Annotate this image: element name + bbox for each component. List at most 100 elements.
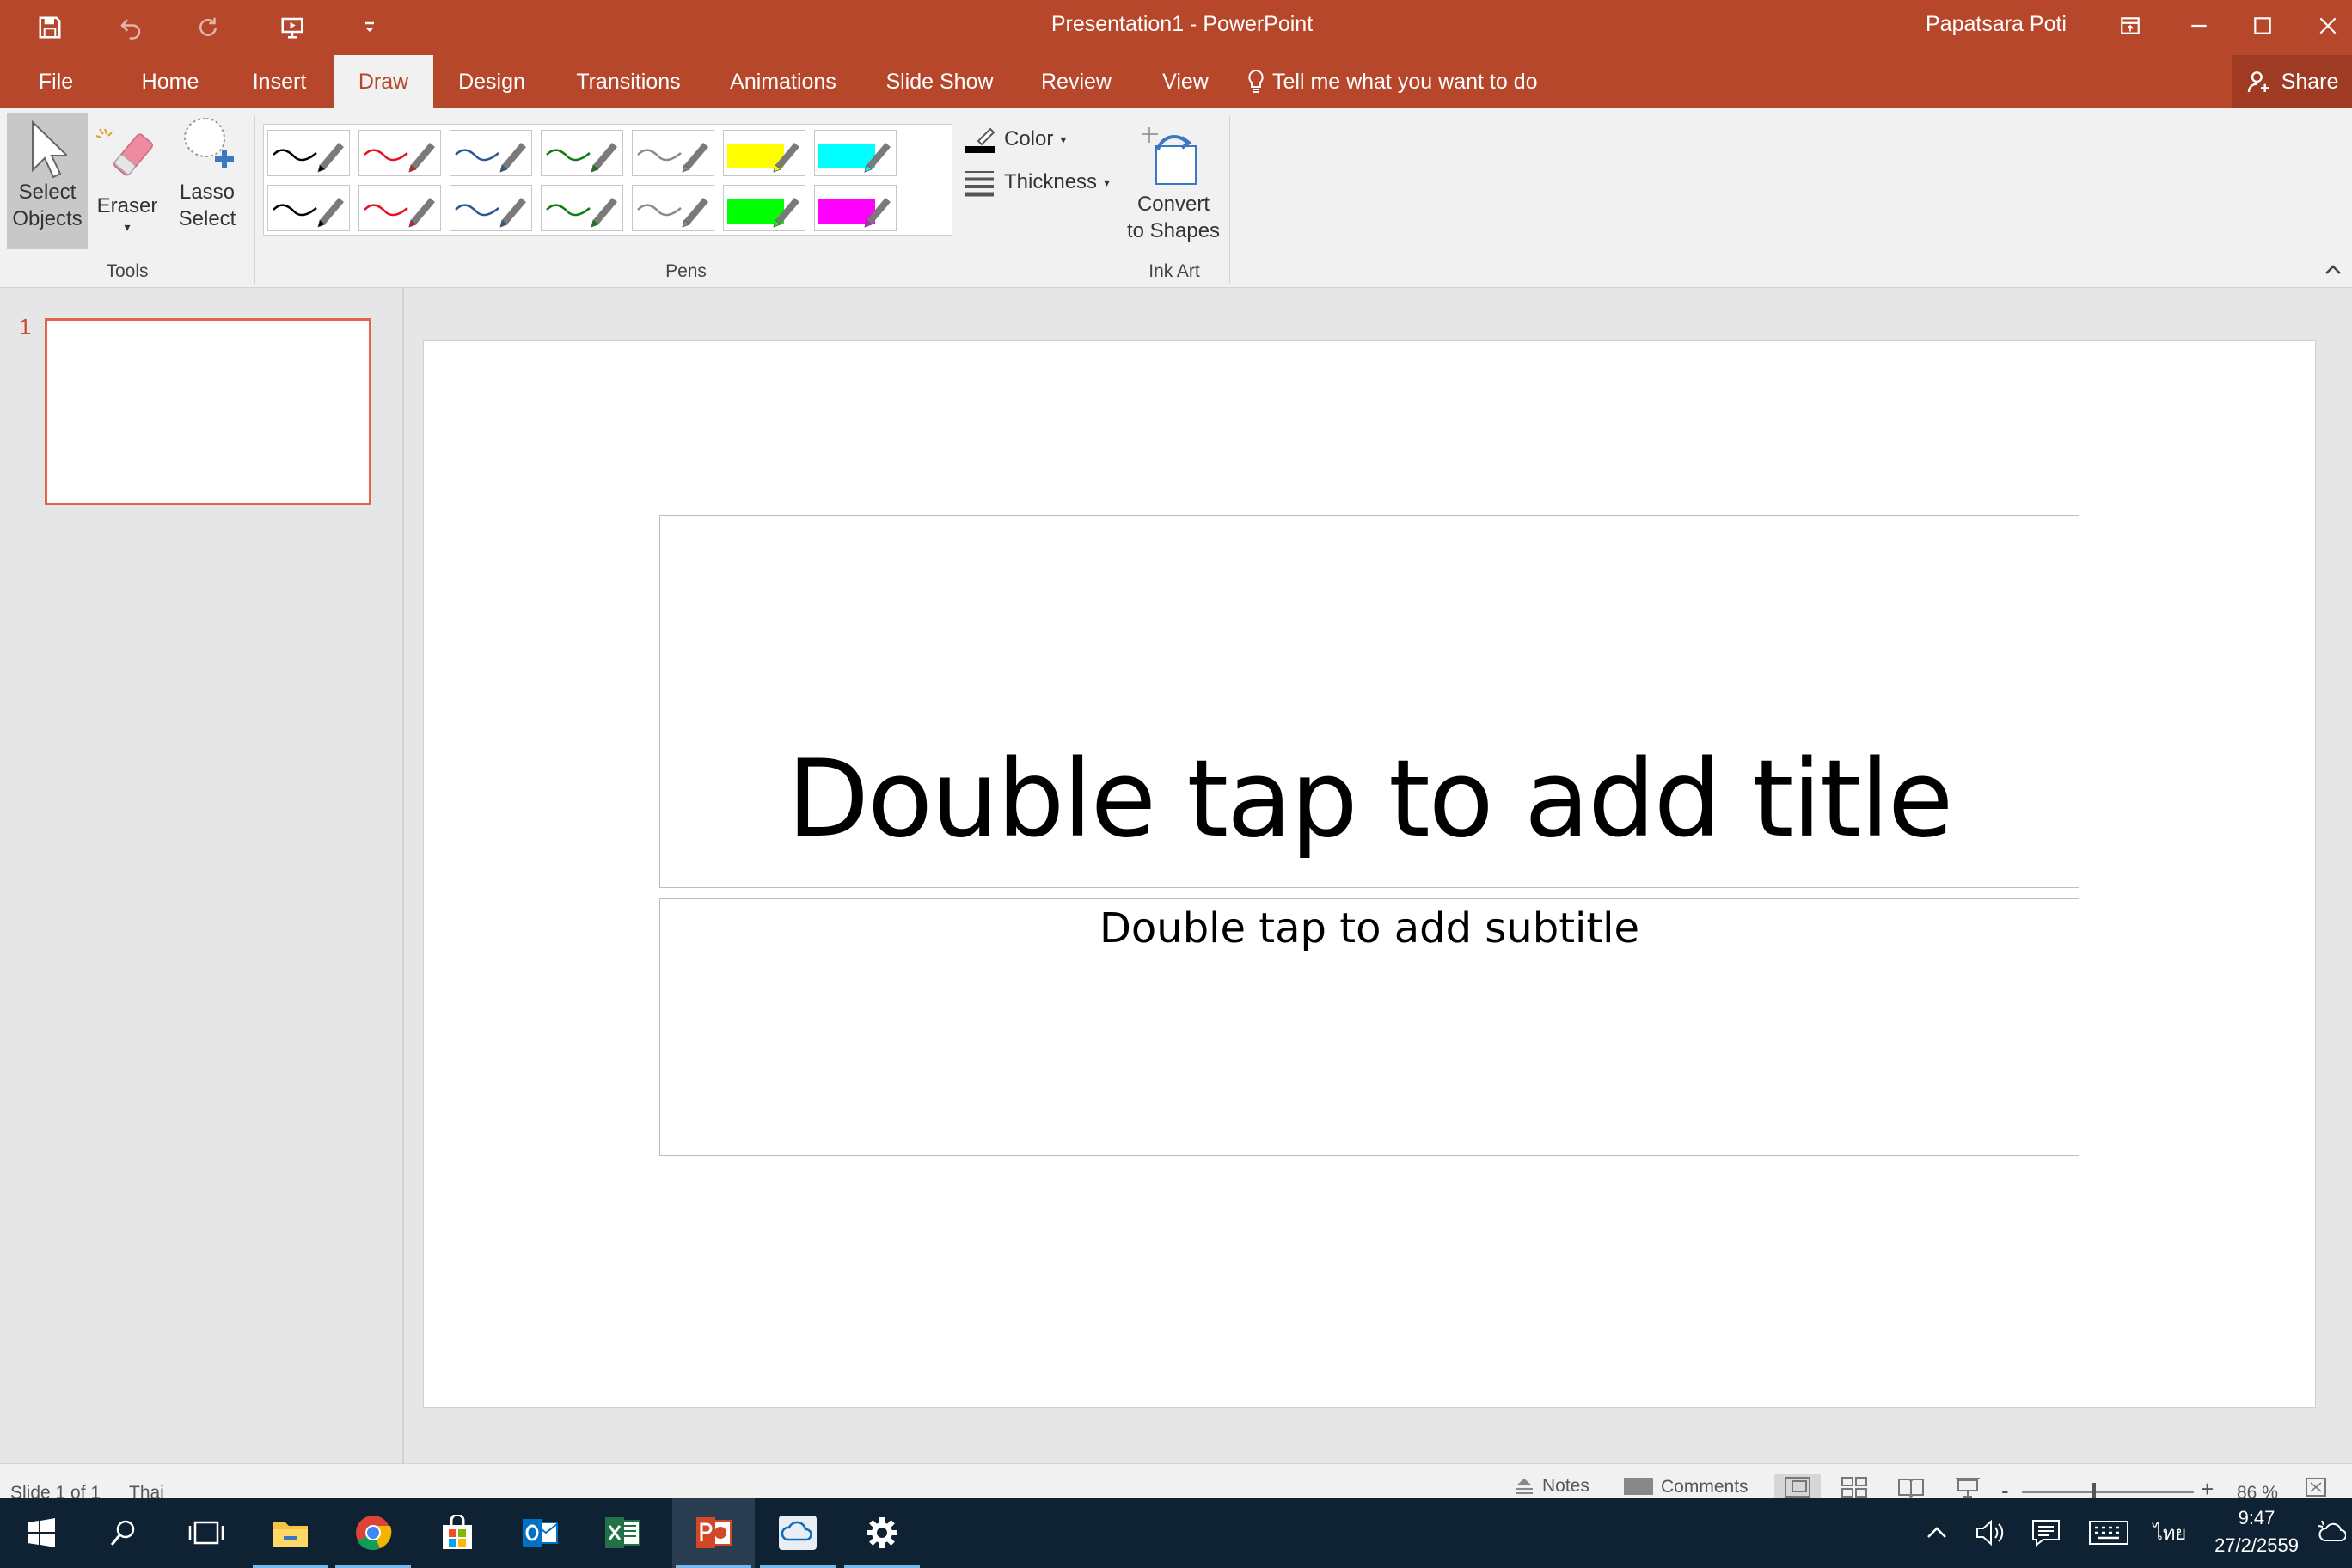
tab-slide-show[interactable]: Slide Show bbox=[879, 55, 1001, 108]
ribbon-tabs: File Home Insert Draw Design Transitions… bbox=[0, 55, 2352, 108]
file-explorer-icon[interactable] bbox=[249, 1498, 332, 1568]
title-placeholder[interactable]: Double tap to add title bbox=[659, 515, 2079, 888]
black-pen[interactable] bbox=[267, 130, 350, 176]
running-indicator bbox=[253, 1565, 328, 1568]
green-highlighter[interactable] bbox=[723, 185, 805, 231]
share-button[interactable]: Share bbox=[2232, 55, 2352, 108]
subtitle-placeholder-text: Double tap to add subtitle bbox=[1099, 904, 1640, 952]
window-title: Presentation1 - PowerPoint bbox=[1050, 12, 1314, 36]
select-objects-label-1: Select bbox=[18, 181, 77, 204]
onedrive-icon[interactable] bbox=[756, 1498, 839, 1568]
slide-thumbnail[interactable] bbox=[45, 318, 371, 505]
color-dropdown-icon: ▾ bbox=[1060, 132, 1067, 146]
lasso-select-label-1: Lasso bbox=[179, 181, 236, 204]
windows-start-icon[interactable] bbox=[0, 1498, 83, 1568]
pen-color-button[interactable]: Color ▾ bbox=[963, 122, 1066, 156]
running-indicator bbox=[760, 1565, 836, 1568]
close-icon[interactable] bbox=[2294, 0, 2352, 52]
title-placeholder-text: Double tap to add title bbox=[787, 738, 1954, 861]
user-name[interactable]: Papatsara Poti bbox=[1926, 12, 2067, 37]
notifications-icon[interactable] bbox=[2312, 1498, 2350, 1568]
collapse-ribbon-icon[interactable] bbox=[2321, 260, 2345, 280]
tab-design[interactable]: Design bbox=[447, 55, 536, 108]
fit-slide-icon[interactable] bbox=[2299, 1474, 2333, 1500]
tell-me-search[interactable]: Tell me what you want to do bbox=[1246, 55, 1538, 108]
share-label: Share bbox=[2281, 69, 2339, 94]
ribbon-draw: Select Objects Eraser ▾ Lasso Select Too… bbox=[0, 108, 2352, 288]
tab-animations[interactable]: Animations bbox=[720, 55, 846, 108]
task-view-icon[interactable] bbox=[165, 1498, 248, 1568]
touch-keyboard-icon[interactable] bbox=[2080, 1498, 2137, 1568]
undo-icon[interactable] bbox=[108, 5, 153, 50]
windows-taskbar: ไทย 9:47 27/2/2559 bbox=[0, 1498, 2352, 1568]
yellow-highlighter[interactable] bbox=[723, 130, 805, 176]
redo-icon[interactable] bbox=[186, 5, 230, 50]
notes-label: Notes bbox=[1542, 1476, 1589, 1496]
lasso-select-button[interactable]: Lasso Select bbox=[168, 113, 246, 249]
normal-view-icon[interactable] bbox=[1774, 1474, 1821, 1500]
convert-label-1: Convert bbox=[1136, 193, 1210, 216]
volume-icon[interactable] bbox=[1967, 1498, 2012, 1568]
clock-time: 9:47 bbox=[2238, 1507, 2275, 1528]
chrome-icon[interactable] bbox=[332, 1498, 414, 1568]
subtitle-placeholder[interactable]: Double tap to add subtitle bbox=[659, 898, 2079, 1156]
select-objects-button[interactable]: Select Objects bbox=[7, 113, 88, 249]
pen-icon bbox=[273, 198, 344, 228]
eraser-button[interactable]: Eraser ▾ bbox=[89, 113, 165, 249]
blue-pen[interactable] bbox=[450, 130, 532, 176]
settings-gear-icon[interactable] bbox=[841, 1498, 923, 1568]
pen-icon bbox=[637, 198, 708, 228]
magenta-highlighter[interactable] bbox=[814, 185, 897, 231]
red-pen-2[interactable] bbox=[358, 185, 441, 231]
outlook-icon[interactable] bbox=[499, 1498, 581, 1568]
pen-icon bbox=[455, 143, 526, 173]
status-bar: Slide 1 of 1 Thai Notes Comments - + 86 … bbox=[0, 1463, 2352, 1504]
convert-to-shapes-button[interactable]: Convert to Shapes bbox=[1123, 113, 1224, 249]
notes-button[interactable]: Notes bbox=[1513, 1476, 1589, 1497]
pen-icon bbox=[273, 143, 344, 173]
action-center-icon[interactable] bbox=[2024, 1498, 2068, 1568]
slide-canvas[interactable]: Double tap to add title Double tap to ad… bbox=[423, 340, 2316, 1408]
zoom-slider[interactable] bbox=[2022, 1491, 2194, 1493]
pen-color-icon bbox=[965, 127, 995, 153]
excel-icon[interactable] bbox=[581, 1498, 664, 1568]
thickness-label: Thickness bbox=[1004, 170, 1098, 193]
maximize-icon[interactable] bbox=[2228, 0, 2297, 52]
comments-button[interactable]: Comments bbox=[1623, 1476, 1749, 1498]
start-from-beginning-icon[interactable] bbox=[270, 5, 315, 50]
gray-pen-2[interactable] bbox=[632, 185, 714, 231]
slide-sorter-icon[interactable] bbox=[1831, 1474, 1877, 1500]
pens-group-label: Pens bbox=[665, 261, 707, 281]
store-icon[interactable] bbox=[416, 1498, 499, 1568]
running-indicator bbox=[335, 1565, 411, 1568]
minimize-icon[interactable] bbox=[2165, 0, 2233, 52]
tab-file[interactable]: File bbox=[17, 55, 95, 108]
blue-pen-2[interactable] bbox=[450, 185, 532, 231]
powerpoint-icon[interactable] bbox=[672, 1498, 755, 1568]
show-hidden-icons-icon[interactable] bbox=[1915, 1498, 1958, 1568]
green-pen[interactable] bbox=[541, 130, 623, 176]
pen-thickness-button[interactable]: Thickness ▾ bbox=[963, 165, 1110, 199]
eraser-label: Eraser bbox=[96, 194, 158, 217]
customize-qat-icon[interactable] bbox=[347, 5, 392, 50]
tab-view[interactable]: View bbox=[1150, 55, 1221, 108]
convert-label-2: to Shapes bbox=[1126, 219, 1221, 242]
reading-view-icon[interactable] bbox=[1888, 1474, 1934, 1500]
cyan-highlighter[interactable] bbox=[814, 130, 897, 176]
tab-review[interactable]: Review bbox=[1032, 55, 1121, 108]
eraser-dropdown-icon[interactable]: ▾ bbox=[89, 219, 165, 235]
green-pen-2[interactable] bbox=[541, 185, 623, 231]
taskbar-clock[interactable]: 9:47 27/2/2559 bbox=[2201, 1504, 2312, 1559]
input-language[interactable]: ไทย bbox=[2144, 1498, 2196, 1568]
tab-draw[interactable]: Draw bbox=[334, 55, 433, 108]
gray-pen[interactable] bbox=[632, 130, 714, 176]
red-pen[interactable] bbox=[358, 130, 441, 176]
tab-home[interactable]: Home bbox=[129, 55, 211, 108]
tab-insert[interactable]: Insert bbox=[239, 55, 320, 108]
slide-show-icon[interactable] bbox=[1945, 1474, 1991, 1500]
search-icon[interactable] bbox=[83, 1498, 165, 1568]
save-icon[interactable] bbox=[28, 5, 72, 50]
tab-transitions[interactable]: Transitions bbox=[567, 55, 689, 108]
ribbon-display-options-icon[interactable] bbox=[2096, 0, 2165, 52]
black-pen-2[interactable] bbox=[267, 185, 350, 231]
